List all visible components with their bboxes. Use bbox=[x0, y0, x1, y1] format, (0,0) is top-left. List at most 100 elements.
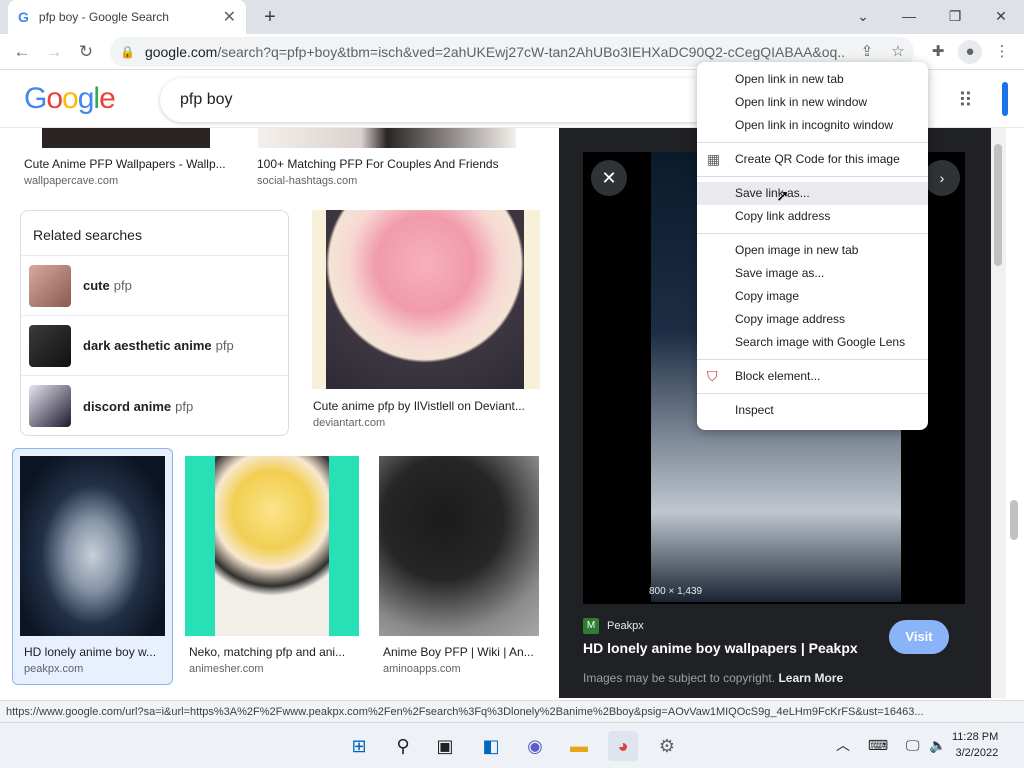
menu-open-link-new-window[interactable]: Open link in new window bbox=[697, 91, 928, 114]
sign-in-button[interactable] bbox=[1002, 82, 1008, 116]
result-image[interactable] bbox=[20, 456, 165, 636]
browser-tab[interactable]: G pfp boy - Google Search ✕ bbox=[8, 0, 246, 34]
related-bold-text: discord anime bbox=[83, 398, 172, 414]
system-tray[interactable]: ︿ ⌨ 🖵 🔈 bbox=[836, 735, 947, 755]
result-caption[interactable]: Anime Boy PFP | Wiki | An... bbox=[383, 645, 538, 659]
ublock-shield-icon: ⛉ bbox=[707, 368, 718, 384]
file-explorer-icon[interactable]: ▬ bbox=[564, 731, 594, 761]
widgets-icon[interactable]: ◧ bbox=[476, 731, 506, 761]
result-caption[interactable]: Cute anime pfp by IlVistlell on Deviant.… bbox=[313, 399, 535, 413]
menu-copy-image-address[interactable]: Copy image address bbox=[697, 308, 928, 331]
menu-copy-link-address[interactable]: Copy link address bbox=[697, 205, 928, 228]
menu-open-link-incognito[interactable]: Open link in incognito window bbox=[697, 114, 928, 137]
menu-open-image-new-tab[interactable]: Open image in new tab bbox=[697, 239, 928, 262]
peakpx-logo-icon: M bbox=[583, 618, 599, 634]
mouse-cursor-icon: ➚ bbox=[776, 188, 790, 205]
result-caption[interactable]: 100+ Matching PFP For Couples And Friend… bbox=[257, 157, 537, 171]
menu-separator bbox=[697, 176, 928, 177]
search-icon[interactable]: ⚲ bbox=[388, 731, 418, 761]
settings-gear-icon[interactable]: ⚙ bbox=[652, 731, 682, 761]
menu-block-element[interactable]: ⛉ Block element... bbox=[697, 365, 928, 388]
menu-inspect[interactable]: Inspect bbox=[697, 399, 928, 422]
tray-chevron-up-icon[interactable]: ︿ bbox=[836, 737, 850, 753]
bookmark-star-icon[interactable]: ☆ bbox=[886, 40, 910, 64]
learn-more-link[interactable]: Learn More bbox=[778, 671, 843, 685]
clock[interactable]: 11:28 PM 3/2/2022 bbox=[952, 729, 998, 761]
menu-item-label: Create QR Code for this image bbox=[735, 152, 900, 166]
related-search-item[interactable]: cute pfp bbox=[21, 256, 288, 316]
google-favicon-icon: G bbox=[18, 9, 29, 25]
related-searches-card: Related searches cute pfp dark aesthetic… bbox=[20, 210, 289, 436]
menu-create-qr-code[interactable]: ▦ Create QR Code for this image bbox=[697, 148, 928, 171]
result-image[interactable] bbox=[185, 456, 359, 636]
forward-button[interactable]: → bbox=[42, 40, 66, 64]
google-apps-grid-icon[interactable]: ⠿ bbox=[958, 88, 973, 113]
tab-close-icon[interactable]: ✕ bbox=[223, 7, 236, 27]
result-source: peakpx.com bbox=[24, 663, 84, 675]
context-menu: Open link in new tab Open link in new wi… bbox=[697, 62, 928, 430]
result-source: aminoapps.com bbox=[383, 663, 461, 675]
outer-scrollbar-thumb[interactable] bbox=[1010, 500, 1018, 540]
close-viewer-button[interactable]: ✕ bbox=[591, 160, 627, 196]
clock-time: 11:28 PM bbox=[952, 731, 999, 743]
menu-separator bbox=[697, 233, 928, 234]
menu-copy-image[interactable]: Copy image bbox=[697, 285, 928, 308]
minimize-button[interactable]: — bbox=[894, 4, 924, 28]
result-image[interactable] bbox=[312, 210, 540, 389]
menu-save-image-as[interactable]: Save image as... bbox=[697, 262, 928, 285]
result-image[interactable] bbox=[258, 128, 516, 148]
menu-separator bbox=[697, 142, 928, 143]
visit-button[interactable]: Visit bbox=[889, 620, 949, 654]
related-thumbnail bbox=[29, 324, 71, 367]
related-search-item[interactable]: dark aesthetic anime pfp bbox=[21, 316, 288, 376]
lock-icon[interactable]: 🔒 bbox=[120, 45, 135, 59]
copyright-notice: Images may be subject to copyright. Lear… bbox=[583, 671, 843, 685]
extensions-puzzle-icon[interactable]: ✚ bbox=[926, 40, 950, 64]
next-image-button[interactable]: › bbox=[924, 160, 960, 196]
teams-chat-icon[interactable]: ◉ bbox=[520, 731, 550, 761]
preview-title[interactable]: HD lonely anime boy wallpapers | Peakpx bbox=[583, 640, 858, 656]
keyboard-icon[interactable]: ⌨ bbox=[868, 737, 888, 753]
menu-save-link-as[interactable]: Save link as... bbox=[697, 182, 928, 205]
result-source: animesher.com bbox=[189, 663, 264, 675]
start-windows-icon[interactable]: ⊞ bbox=[344, 731, 374, 761]
related-bold-text: cute bbox=[83, 278, 110, 293]
url-host: google.com bbox=[144, 44, 218, 60]
volume-icon[interactable]: 🔈 bbox=[929, 737, 946, 753]
related-rest-text: pfp bbox=[175, 398, 194, 414]
tab-search-chevron-icon[interactable]: ⌄ bbox=[848, 4, 878, 28]
menu-separator bbox=[697, 359, 928, 360]
image-dimensions: 800 × 1,439 bbox=[649, 586, 703, 597]
status-url-bubble: https://www.google.com/url?sa=i&url=http… bbox=[0, 700, 1024, 722]
menu-open-link-new-tab[interactable]: Open link in new tab bbox=[697, 68, 928, 91]
close-window-button[interactable]: ✕ bbox=[986, 4, 1016, 28]
result-source: deviantart.com bbox=[313, 417, 386, 429]
profile-avatar-icon[interactable]: ● bbox=[958, 40, 982, 64]
network-icon[interactable]: 🖵 bbox=[906, 737, 920, 753]
menu-search-google-lens[interactable]: Search image with Google Lens bbox=[697, 331, 928, 354]
scrollbar-thumb[interactable] bbox=[994, 144, 1002, 266]
clock-date: 3/2/2022 bbox=[955, 747, 999, 759]
chrome-icon[interactable]: ◕ bbox=[608, 731, 638, 761]
share-icon[interactable]: ⇪ bbox=[855, 40, 879, 64]
result-image[interactable] bbox=[42, 128, 210, 148]
result-caption[interactable]: Cute Anime PFP Wallpapers - Wallp... bbox=[24, 157, 234, 171]
result-image[interactable] bbox=[379, 456, 539, 636]
menu-item-label: Block element... bbox=[735, 369, 821, 383]
related-rest-text: pfp bbox=[113, 278, 132, 293]
google-logo[interactable]: Google bbox=[24, 82, 116, 116]
restore-button[interactable]: ❐ bbox=[940, 4, 970, 28]
tab-strip: G pfp boy - Google Search ✕ + ⌄ — ❐ ✕ bbox=[0, 0, 1024, 34]
taskbar: ⊞ ⚲ ▣ ◧ ◉ ▬ ◕ ⚙ ︿ ⌨ 🖵 🔈 11:28 PM 3/2/202… bbox=[0, 722, 1024, 768]
result-caption[interactable]: Neko, matching pfp and ani... bbox=[189, 645, 354, 659]
menu-kebab-icon[interactable]: ⋮ bbox=[990, 40, 1014, 64]
search-input[interactable]: pfp boy bbox=[160, 78, 720, 122]
reload-button[interactable]: ↻ bbox=[74, 40, 98, 64]
related-thumbnail bbox=[29, 264, 71, 307]
new-tab-button[interactable]: + bbox=[258, 5, 282, 29]
related-search-item[interactable]: discord anime pfp bbox=[21, 376, 288, 436]
result-caption[interactable]: HD lonely anime boy w... bbox=[24, 645, 164, 659]
source-site[interactable]: M Peakpx bbox=[583, 618, 644, 634]
task-view-icon[interactable]: ▣ bbox=[430, 731, 460, 761]
back-button[interactable]: ← bbox=[10, 40, 34, 64]
